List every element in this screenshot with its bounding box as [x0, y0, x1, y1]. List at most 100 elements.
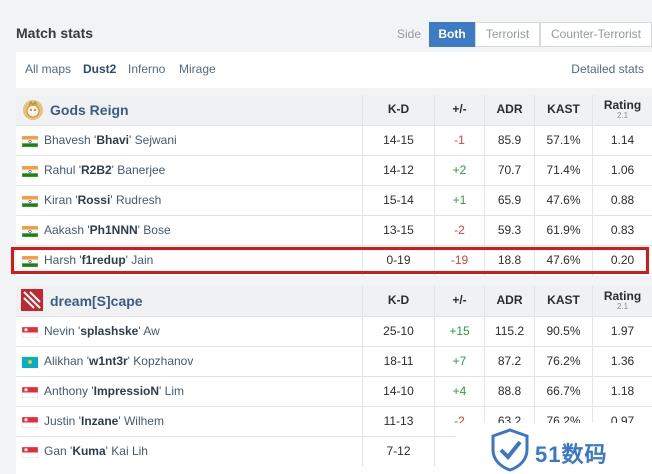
player-first-name: Aakash ' — [44, 223, 90, 237]
side-ct-button[interactable]: Counter-Terrorist — [540, 22, 652, 47]
adr-value: 18.8 — [484, 246, 534, 276]
team-name-cell: dream[S]cape — [16, 286, 362, 316]
kast-value: 47.6% — [534, 246, 592, 276]
kd-value: 14-10 — [362, 377, 434, 407]
kd-value: 11-13 — [362, 407, 434, 437]
player-cell: Gan 'Kuma' Kai Lih — [16, 437, 362, 467]
kazakhstan-flag-icon — [22, 357, 38, 368]
map-tab-mirage[interactable]: Mirage — [179, 62, 216, 76]
kast-value: 61.9% — [534, 216, 592, 246]
player-cell: Anthony 'ImpressioN' Lim — [16, 377, 362, 407]
player-row: Anthony 'ImpressioN' Lim 14-10 +4 88.8 66.7%… — [16, 376, 652, 407]
plus-minus-value: -19 — [434, 246, 484, 276]
kd-value: 0-19 — [362, 246, 434, 276]
kd-value: 14-12 — [362, 156, 434, 186]
india-flag-icon — [22, 256, 38, 267]
rating-value: 1.97 — [592, 317, 652, 347]
player-nickname: Bhavi — [96, 133, 130, 147]
player-first-name: Alikhan ' — [44, 354, 89, 368]
player-last-name: ' Banerjee — [111, 163, 166, 177]
player-row: Bhavesh 'Bhavi' Sejwani 14-15 -1 85.9 57.1% 1… — [16, 125, 652, 156]
player-cell: Kiran 'Rossi' Rudresh — [16, 186, 362, 216]
map-tab-all[interactable]: All maps — [25, 62, 71, 76]
kast-value: 71.4% — [534, 156, 592, 186]
player-name-link[interactable]: Rahul 'R2B2' Banerjee — [44, 156, 165, 185]
player-name-link[interactable]: Bhavesh 'Bhavi' Sejwani — [44, 126, 177, 155]
col-rating-label: Rating — [603, 98, 642, 112]
player-last-name: ' Rudresh — [110, 193, 162, 207]
col-kast: KAST — [534, 95, 592, 125]
team-name-cell: Gods Reign — [16, 95, 362, 125]
player-row: Kiran 'Rossi' Rudresh 15-14 +1 65.9 47.6% 0.8… — [16, 185, 652, 216]
player-row: Aakash 'Ph1NNN' Bose 13-15 -2 59.3 61.9% 0.83 — [16, 215, 652, 246]
side-label: Side — [397, 27, 422, 41]
player-name-link[interactable]: Gan 'Kuma' Kai Lih — [44, 437, 148, 466]
plus-minus-value: +7 — [434, 347, 484, 377]
player-cell: Bhavesh 'Bhavi' Sejwani — [16, 126, 362, 156]
col-rating: Rating 2.1 — [592, 286, 652, 316]
player-last-name: ' Sejwani — [129, 133, 177, 147]
plus-minus-value: +15 — [434, 317, 484, 347]
player-name-link[interactable]: Aakash 'Ph1NNN' Bose — [44, 216, 171, 245]
col-adr: ADR — [484, 286, 534, 316]
player-name-link[interactable]: Kiran 'Rossi' Rudresh — [44, 186, 161, 215]
adr-value: 115.2 — [484, 317, 534, 347]
india-flag-icon — [22, 136, 38, 147]
player-row: Rahul 'R2B2' Banerjee 14-12 +2 70.7 71.4% 1.0… — [16, 155, 652, 186]
team-header-row: Gods Reign K-D +/- ADR KAST Rating 2.1 — [16, 95, 652, 125]
player-cell: Alikhan 'w1nt3r' Kopzhanov — [16, 347, 362, 377]
singapore-flag-icon — [22, 387, 38, 398]
player-last-name: ' Kai Lih — [105, 444, 148, 458]
player-cell: Justin 'Inzane' Wilhem — [16, 407, 362, 437]
lion-icon — [23, 100, 43, 120]
rating-value: 1.06 — [592, 156, 652, 186]
player-first-name: Rahul ' — [44, 163, 81, 177]
plus-minus-value: -2 — [434, 216, 484, 246]
kd-value: 15-14 — [362, 186, 434, 216]
rating-value: 0.20 — [592, 246, 652, 276]
adr-value: 88.8 — [484, 377, 534, 407]
col-rating-version: 2.1 — [616, 302, 629, 311]
col-rating-version: 2.1 — [616, 111, 629, 120]
plus-minus-value: +2 — [434, 156, 484, 186]
player-name-link[interactable]: Anthony 'ImpressioN' Lim — [44, 377, 184, 406]
player-first-name: Justin ' — [44, 414, 81, 428]
detailed-stats-link[interactable]: Detailed stats — [571, 62, 644, 76]
kd-value: 14-15 — [362, 126, 434, 156]
player-first-name: Anthony ' — [44, 384, 94, 398]
player-last-name: ' Jain — [125, 253, 154, 267]
plus-minus-value: +1 — [434, 186, 484, 216]
player-last-name: ' Bose — [137, 223, 171, 237]
player-name-link[interactable]: Alikhan 'w1nt3r' Kopzhanov — [44, 347, 193, 376]
player-name-link[interactable]: Justin 'Inzane' Wilhem — [44, 407, 164, 436]
side-both-button[interactable]: Both — [429, 22, 475, 47]
player-last-name: ' Aw — [138, 324, 160, 338]
kast-value: 66.7% — [534, 377, 592, 407]
rating-value: 1.14 — [592, 126, 652, 156]
india-flag-icon — [22, 166, 38, 177]
team-name[interactable]: Gods Reign — [50, 102, 129, 118]
singapore-flag-icon — [22, 417, 38, 428]
map-tab-dust2[interactable]: Dust2 — [83, 62, 116, 76]
player-row: Harsh 'f1redup' Jain 0-19 -19 18.8 47.6% 0.20 — [16, 245, 652, 276]
adr-value: 85.9 — [484, 126, 534, 156]
side-terrorist-button[interactable]: Terrorist — [475, 22, 540, 47]
singapore-flag-icon — [22, 447, 38, 458]
map-tab-inferno[interactable]: Inferno — [128, 62, 165, 76]
kast-value: 57.1% — [534, 126, 592, 156]
player-cell: Harsh 'f1redup' Jain — [16, 246, 362, 276]
player-name-link[interactable]: Harsh 'f1redup' Jain — [44, 246, 153, 275]
kast-value: 47.6% — [534, 186, 592, 216]
col-plus-minus: +/- — [434, 286, 484, 316]
kd-value: 18-11 — [362, 347, 434, 377]
dreamscape-logo-icon — [21, 289, 43, 311]
player-last-name: ' Wilhem — [118, 414, 164, 428]
rating-value: 0.88 — [592, 186, 652, 216]
team-header-row: dream[S]cape K-D +/- ADR KAST Rating 2.1 — [16, 286, 652, 316]
col-rating: Rating 2.1 — [592, 95, 652, 125]
player-cell: Aakash 'Ph1NNN' Bose — [16, 216, 362, 246]
player-name-link[interactable]: Nevin 'splashske' Aw — [44, 317, 160, 346]
player-nickname: splashske — [80, 324, 139, 338]
team-table-gods-reign: Gods Reign K-D +/- ADR KAST Rating 2.1 Bhavesh … — [16, 95, 652, 276]
team-name[interactable]: dream[S]cape — [50, 293, 143, 309]
